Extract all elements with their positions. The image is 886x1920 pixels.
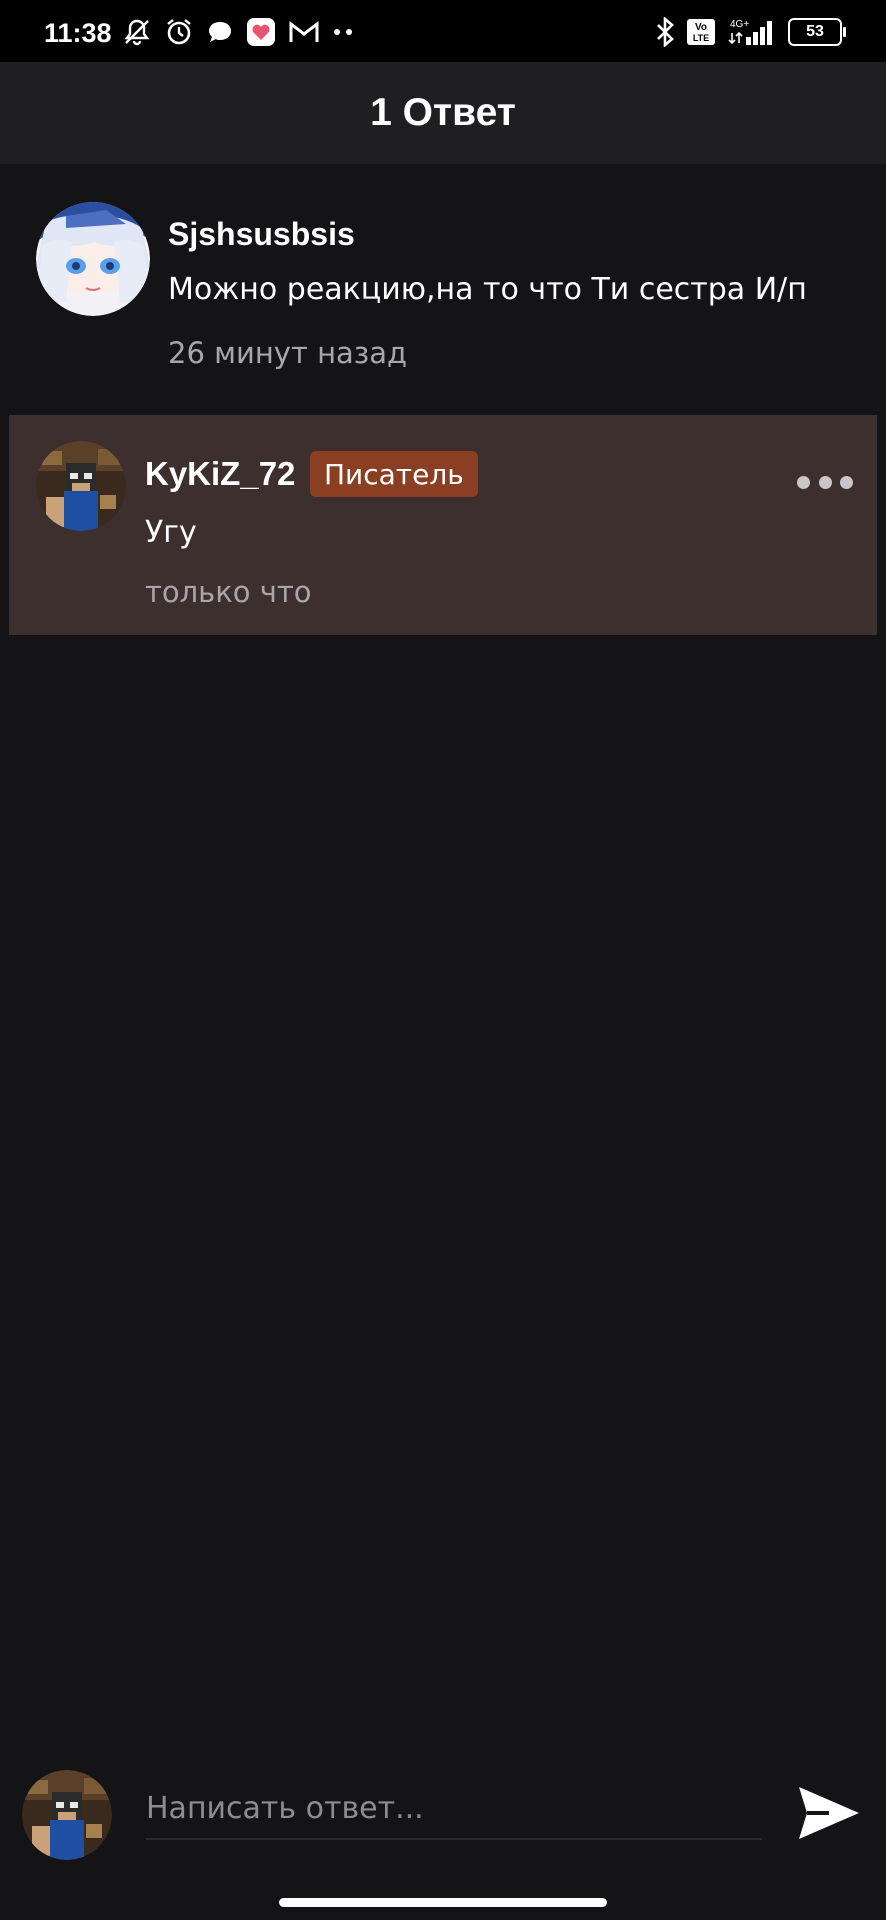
more-dots-icon [332, 16, 356, 48]
more-dot-icon [840, 475, 853, 489]
alarm-icon [164, 16, 194, 48]
gmail-icon [288, 16, 320, 48]
more-options-button[interactable] [797, 467, 853, 497]
svg-text:LTE: LTE [693, 33, 709, 43]
status-bar: 11:38 Vo LTE 4G+ 53 [0, 0, 886, 62]
avatar [22, 1770, 112, 1860]
avatar[interactable] [36, 441, 126, 531]
volte-icon: Vo LTE [686, 16, 716, 48]
comment-text: Угу [145, 515, 197, 550]
status-right-icons: Vo LTE 4G+ 53 [654, 16, 846, 48]
avatar[interactable] [36, 202, 150, 316]
signal-icon: 4G+ [726, 16, 778, 48]
comment-username[interactable]: KyKiZ_72 [145, 455, 295, 493]
comment-timestamp: только что [145, 575, 312, 609]
parent-comment: Sjshsusbsis Можно реакцию,на то что Ти с… [0, 190, 886, 400]
status-left-icons [122, 16, 356, 48]
reply-input[interactable] [146, 1778, 762, 1840]
header: 1 Ответ [0, 62, 886, 164]
app-heart-icon [246, 16, 276, 48]
reply-comment: KyKiZ_72 Писатель Угу только что [9, 415, 877, 635]
status-time: 11:38 [44, 18, 112, 48]
role-badge: Писатель [310, 451, 478, 497]
page-title: 1 Ответ [370, 91, 516, 134]
network-type-label: 4G+ [730, 19, 749, 30]
muted-notifications-icon [122, 16, 152, 48]
comment-timestamp: 26 минут назад [168, 336, 408, 370]
home-indicator[interactable] [279, 1898, 607, 1907]
send-button[interactable] [796, 1780, 862, 1846]
comment-text: Можно реакцию,на то что Ти сестра И/п [168, 272, 807, 307]
battery-icon: 53 [788, 18, 846, 46]
reply-bar [0, 1758, 886, 1878]
more-dot-icon [818, 475, 832, 489]
chat-bubble-icon [206, 16, 234, 48]
bluetooth-icon [654, 16, 676, 48]
send-icon [799, 1787, 859, 1839]
comment-username[interactable]: Sjshsusbsis [168, 216, 355, 253]
svg-text:Vo: Vo [695, 22, 707, 33]
more-dot-icon [797, 475, 810, 489]
